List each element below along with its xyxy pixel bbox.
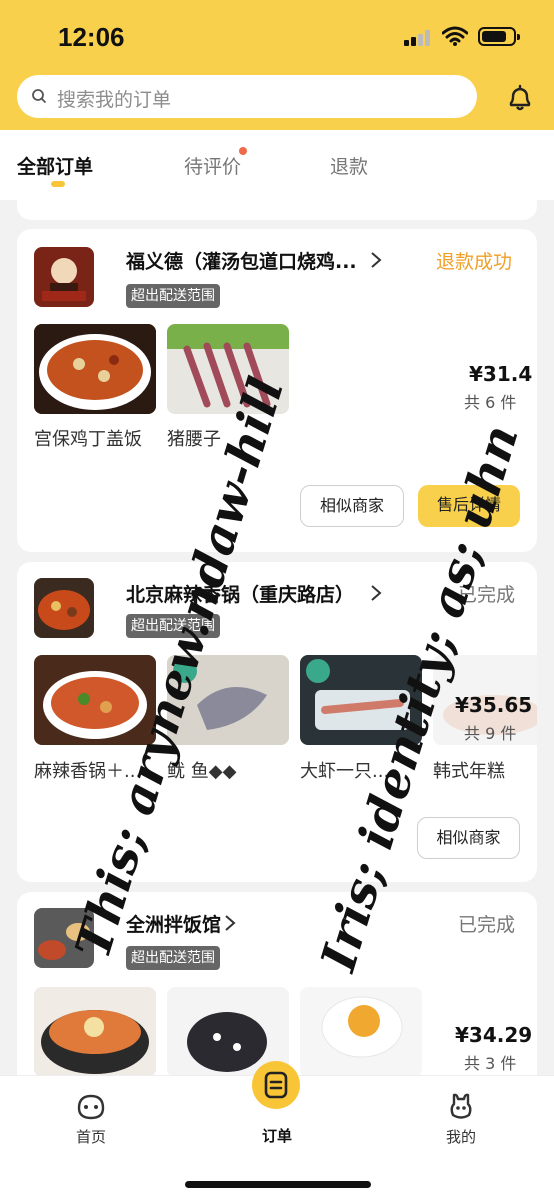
order-card[interactable]: 福义德（灌汤包道口烧鸡... 退款成功 超出配送范围 宫保鸡丁盖饭 猪腰子 ¥3…	[17, 229, 537, 552]
search-icon	[32, 89, 46, 103]
shop-logo	[34, 247, 94, 307]
battery-icon	[478, 27, 520, 46]
delivery-tag: 超出配送范围	[126, 946, 220, 970]
food-name: 宫保鸡丁盖饭	[34, 429, 142, 450]
order-price: ¥34.29	[455, 1023, 533, 1047]
order-item-count: 共 3 件	[464, 1054, 517, 1073]
signal-icon	[404, 30, 434, 46]
delivery-tag: 超出配送范围	[126, 284, 220, 308]
tab-indicator	[51, 181, 65, 187]
food-name: 韩式年糕	[433, 761, 505, 782]
order-item-count: 共 6 件	[464, 393, 517, 412]
shop-name[interactable]: 北京麻辣香锅（重庆路店）	[126, 580, 354, 607]
tab-pending-review[interactable]: 待评价	[184, 152, 241, 179]
chevron-right-icon	[371, 585, 382, 601]
shop-name[interactable]: 全洲拌饭馆	[126, 910, 221, 937]
profile-icon	[450, 1093, 472, 1119]
wifi-icon	[442, 26, 468, 46]
chevron-right-icon	[225, 915, 236, 931]
food-image	[167, 655, 289, 745]
home-indicator[interactable]	[185, 1181, 371, 1188]
food-image	[167, 324, 289, 414]
food-image	[34, 987, 156, 1077]
nav-label: 我的	[445, 1128, 476, 1146]
shop-logo	[34, 908, 94, 968]
order-tabs: 全部订单 待评价 退款	[0, 130, 554, 200]
food-name: 麻辣香锅＋...	[34, 761, 142, 782]
food-image	[300, 655, 422, 745]
order-card-previous	[17, 196, 537, 220]
order-status: 已完成	[458, 584, 516, 606]
order-price: ¥31.4	[469, 362, 533, 386]
order-status: 已完成	[458, 914, 516, 936]
chevron-right-icon	[371, 252, 382, 268]
shop-name[interactable]: 福义德（灌汤包道口烧鸡...	[126, 247, 357, 274]
status-time: 12:06	[58, 22, 125, 52]
food-name: 大虾一只...	[300, 761, 390, 782]
order-price: ¥35.65	[455, 693, 533, 717]
bell-icon[interactable]	[506, 84, 534, 112]
order-item-count: 共 9 件	[464, 724, 517, 743]
tab-refund[interactable]: 退款	[330, 152, 368, 179]
order-card[interactable]: 北京麻辣香锅（重庆路店） 已完成 超出配送范围 麻辣香锅＋... 鱿 鱼◆◆ 大…	[17, 562, 537, 882]
tab-all-orders[interactable]: 全部订单	[17, 152, 93, 179]
nav-profile[interactable]: 我的	[426, 1090, 496, 1147]
orders-icon[interactable]	[252, 1061, 300, 1109]
food-image	[34, 324, 156, 414]
notification-dot	[239, 147, 247, 155]
delivery-tag: 超出配送范围	[126, 614, 220, 638]
similar-shops-button[interactable]: 相似商家	[417, 817, 520, 859]
nav-orders[interactable]: 订单	[242, 1121, 312, 1146]
header: 12:06 搜索我的订单	[0, 0, 554, 130]
nav-label: 首页	[75, 1128, 106, 1146]
food-name: 猪腰子	[167, 429, 221, 450]
food-name: 鱿 鱼◆◆	[167, 761, 237, 782]
home-icon	[77, 1094, 105, 1120]
search-placeholder: 搜索我的订单	[57, 89, 172, 111]
nav-home[interactable]: 首页	[56, 1090, 126, 1147]
search-input[interactable]: 搜索我的订单	[17, 75, 477, 118]
after-sales-button[interactable]: 售后详情	[418, 485, 520, 527]
nav-label: 订单	[261, 1127, 292, 1145]
shop-logo	[34, 578, 94, 638]
food-image	[300, 987, 422, 1077]
order-status: 退款成功	[436, 251, 513, 273]
food-image	[34, 655, 156, 745]
similar-shops-button[interactable]: 相似商家	[300, 485, 404, 527]
